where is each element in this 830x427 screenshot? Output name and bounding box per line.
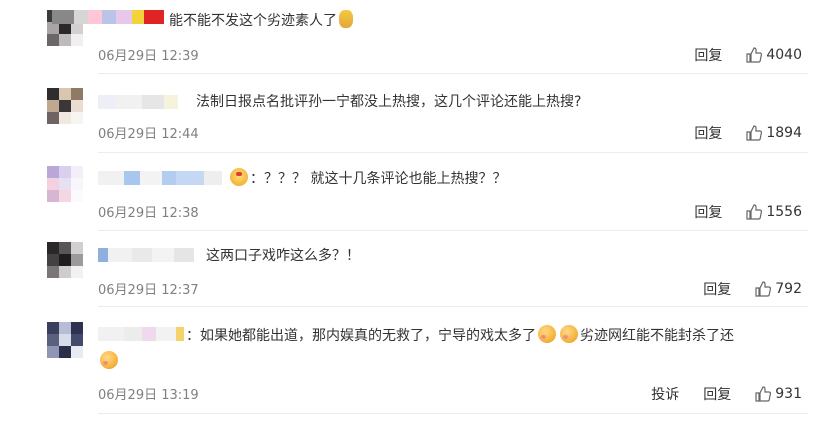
comment-text: 这两口子戏咋这么多？！: [206, 248, 360, 264]
comment-time: 06月29日 12:44: [98, 127, 199, 142]
comment-actions: 回复 792: [679, 279, 802, 299]
username-redacted[interactable]: [52, 10, 164, 24]
comment-text: ：如果她都能出道，那内娱真的无救了，宁导的戏太多了 劣迹网红能不能封杀了还: [186, 324, 734, 348]
username-redacted[interactable]: [98, 95, 178, 109]
like-count: 1556: [766, 204, 802, 220]
comment-time: 06月29日 12:38: [98, 206, 199, 221]
thumbs-up-icon: [746, 47, 763, 63]
comment-text: 法制日报点名批评孙一宁都没上热搜，这几个评论还能上热搜?: [196, 94, 582, 110]
like-button[interactable]: 792: [755, 281, 802, 297]
doge-emoji-icon: [339, 10, 353, 28]
like-count: 931: [775, 386, 802, 402]
like-button[interactable]: 4040: [746, 47, 802, 63]
surprised-crown-emoji-icon: [230, 168, 248, 186]
avatar[interactable]: [47, 242, 83, 278]
comment-actions: 回复 4040: [670, 45, 802, 65]
reply-button[interactable]: 回复: [694, 45, 722, 65]
comment-actions: 回复 1894: [670, 123, 802, 143]
thumbs-up-icon: [746, 204, 763, 220]
divider: [98, 413, 808, 414]
avatar[interactable]: [47, 166, 83, 202]
comment-item: ：如果她都能出道，那内娱真的无救了，宁导的戏太多了 劣迹网红能不能封杀了还 06月…: [0, 306, 830, 427]
report-button[interactable]: 投诉: [651, 384, 679, 404]
blush-emoji-icon: [560, 325, 578, 343]
comment-time: 06月29日 12:37: [98, 283, 199, 298]
comment-item: 这两口子戏咋这么多？！ 06月29日 12:37 回复 792: [0, 230, 830, 307]
comment-text: 能不能不发这个劣迹素人了: [169, 9, 355, 33]
reply-button[interactable]: 回复: [694, 123, 722, 143]
username-redacted[interactable]: [98, 327, 184, 341]
avatar[interactable]: [47, 322, 83, 358]
blush-emoji-icon: [538, 325, 556, 343]
reply-button[interactable]: 回复: [703, 384, 731, 404]
avatar[interactable]: [47, 88, 83, 124]
like-button[interactable]: 931: [755, 386, 802, 402]
comment-time: 06月29日 12:39: [98, 49, 199, 64]
thumbs-up-icon: [755, 386, 772, 402]
comment-actions: 回复 1556: [670, 202, 802, 222]
thumbs-up-icon: [746, 125, 763, 141]
comment-actions: 投诉 回复 931: [627, 384, 802, 404]
comment-time: 06月29日 13:19: [98, 388, 199, 403]
like-count: 792: [775, 281, 802, 297]
divider: [98, 152, 808, 153]
reply-button[interactable]: 回复: [694, 202, 722, 222]
username-redacted[interactable]: [98, 171, 222, 185]
like-button[interactable]: 1556: [746, 204, 802, 220]
blush-emoji-icon: [100, 351, 118, 369]
like-count: 1894: [766, 125, 802, 141]
comment-text: ：？？？ 就这十几条评论也能上热搜？？: [228, 167, 506, 191]
reply-button[interactable]: 回复: [703, 279, 731, 299]
username-redacted[interactable]: [98, 248, 194, 262]
comment-item: 法制日报点名批评孙一宁都没上热搜，这几个评论还能上热搜? 06月29日 12:4…: [0, 74, 830, 154]
comment-item: ：？？？ 就这十几条评论也能上热搜？？ 06月29日 12:38 回复 1556: [0, 154, 830, 231]
thumbs-up-icon: [755, 281, 772, 297]
like-count: 4040: [766, 47, 802, 63]
comment-text-continued: [98, 350, 120, 374]
comment-item: 能不能不发这个劣迹素人了 06月29日 12:39 回复 4040: [0, 0, 830, 74]
like-button[interactable]: 1894: [746, 125, 802, 141]
